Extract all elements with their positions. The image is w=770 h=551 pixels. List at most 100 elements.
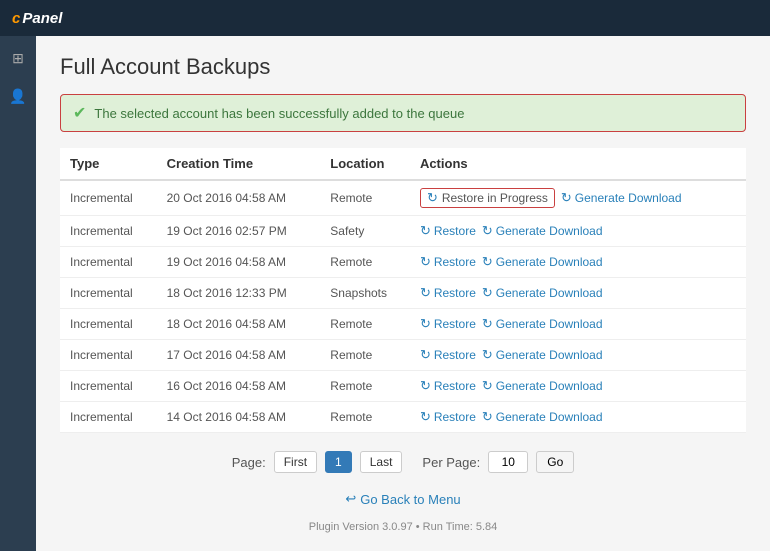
check-icon: ✔: [73, 103, 86, 123]
cell-creation-time: 19 Oct 2016 02:57 PM: [157, 216, 321, 247]
cell-actions: ↻ Restore in Progress ↻ Generate Download: [410, 180, 746, 216]
cell-creation-time: 17 Oct 2016 04:58 AM: [157, 340, 321, 371]
cell-location: Snapshots: [320, 278, 410, 309]
table-row: Incremental14 Oct 2016 04:58 AMRemote↻ R…: [60, 402, 746, 433]
cell-creation-time: 18 Oct 2016 12:33 PM: [157, 278, 321, 309]
download-icon: ↻: [482, 378, 493, 394]
download-icon: ↻: [482, 285, 493, 301]
cell-creation-time: 16 Oct 2016 04:58 AM: [157, 371, 321, 402]
footer-text: Plugin Version 3.0.97 • Run Time: 5.84: [309, 521, 498, 533]
col-type: Type: [60, 148, 157, 180]
cell-location: Remote: [320, 180, 410, 216]
restore-in-progress-label: Restore in Progress: [442, 191, 548, 205]
per-page-input[interactable]: [488, 451, 528, 473]
table-row: Incremental18 Oct 2016 04:58 AMRemote↻ R…: [60, 309, 746, 340]
col-location: Location: [320, 148, 410, 180]
col-creation-time: Creation Time: [157, 148, 321, 180]
download-icon: ↻: [561, 190, 572, 206]
cell-type: Incremental: [60, 216, 157, 247]
restore-icon: ↻: [420, 347, 431, 363]
generate-download-button[interactable]: ↻ Generate Download: [482, 316, 603, 332]
last-page-button[interactable]: Last: [360, 451, 403, 473]
cell-creation-time: 18 Oct 2016 04:58 AM: [157, 309, 321, 340]
cell-location: Remote: [320, 247, 410, 278]
backups-table: Type Creation Time Location Actions Incr…: [60, 148, 746, 433]
table-row: Incremental18 Oct 2016 12:33 PMSnapshots…: [60, 278, 746, 309]
restore-button[interactable]: ↻ Restore: [420, 254, 476, 270]
restore-icon: ↻: [420, 409, 431, 425]
logo-c: c: [12, 10, 20, 27]
spinner-icon: ↻: [427, 190, 438, 206]
per-page-label: Per Page:: [422, 455, 480, 470]
table-row: Incremental19 Oct 2016 02:57 PMSafety↻ R…: [60, 216, 746, 247]
cell-creation-time: 14 Oct 2016 04:58 AM: [157, 402, 321, 433]
restore-button[interactable]: ↻ Restore: [420, 316, 476, 332]
generate-download-button[interactable]: ↻ Generate Download: [482, 378, 603, 394]
cell-type: Incremental: [60, 340, 157, 371]
table-row: Incremental16 Oct 2016 04:58 AMRemote↻ R…: [60, 371, 746, 402]
first-page-button[interactable]: First: [274, 451, 317, 473]
alert-message: The selected account has been successful…: [94, 106, 464, 121]
cell-type: Incremental: [60, 278, 157, 309]
back-icon: ↩: [345, 491, 356, 507]
sidebar: ⊞ 👤: [0, 36, 36, 551]
table-row: Incremental20 Oct 2016 04:58 AMRemote ↻ Re…: [60, 180, 746, 216]
cell-actions: ↻ Restore ↻ Generate Download: [410, 278, 746, 309]
cell-type: Incremental: [60, 247, 157, 278]
restore-button[interactable]: ↻ Restore: [420, 285, 476, 301]
restore-button[interactable]: ↻ Restore: [420, 378, 476, 394]
generate-download-button[interactable]: ↻ Generate Download: [561, 190, 682, 206]
generate-download-button[interactable]: ↻ Generate Download: [482, 285, 603, 301]
back-menu-section: ↩ Go Back to Menu: [60, 491, 746, 507]
restore-button[interactable]: ↻ Restore: [420, 223, 476, 239]
cell-actions: ↻ Restore ↻ Generate Download: [410, 371, 746, 402]
current-page-button[interactable]: 1: [325, 451, 352, 473]
generate-download-button[interactable]: ↻ Generate Download: [482, 254, 603, 270]
back-menu-label: Go Back to Menu: [360, 492, 460, 507]
cell-location: Safety: [320, 216, 410, 247]
cpanel-logo: cPanel: [12, 10, 62, 27]
restore-icon: ↻: [420, 316, 431, 332]
page-label: Page:: [232, 455, 266, 470]
download-icon: ↻: [482, 409, 493, 425]
sidebar-grid-icon[interactable]: ⊞: [4, 44, 32, 72]
cell-type: Incremental: [60, 180, 157, 216]
restore-icon: ↻: [420, 223, 431, 239]
cell-type: Incremental: [60, 371, 157, 402]
cell-location: Remote: [320, 340, 410, 371]
cell-type: Incremental: [60, 402, 157, 433]
table-row: Incremental19 Oct 2016 04:58 AMRemote↻ R…: [60, 247, 746, 278]
restore-icon: ↻: [420, 378, 431, 394]
cell-type: Incremental: [60, 309, 157, 340]
cell-actions: ↻ Restore ↻ Generate Download: [410, 216, 746, 247]
page-title: Full Account Backups: [60, 54, 746, 80]
table-header-row: Type Creation Time Location Actions: [60, 148, 746, 180]
generate-download-button[interactable]: ↻ Generate Download: [482, 347, 603, 363]
restore-button[interactable]: ↻ Restore: [420, 347, 476, 363]
download-icon: ↻: [482, 223, 493, 239]
main-content: Full Account Backups ✔ The selected acco…: [36, 36, 770, 551]
cell-actions: ↻ Restore ↻ Generate Download: [410, 340, 746, 371]
go-button[interactable]: Go: [536, 451, 574, 473]
generate-download-button[interactable]: ↻ Generate Download: [482, 409, 603, 425]
top-bar: cPanel: [0, 0, 770, 36]
cell-location: Remote: [320, 309, 410, 340]
col-actions: Actions: [410, 148, 746, 180]
logo-panel: Panel: [22, 10, 62, 27]
restore-icon: ↻: [420, 254, 431, 270]
generate-download-button[interactable]: ↻ Generate Download: [482, 223, 603, 239]
sidebar-user-icon[interactable]: 👤: [4, 82, 32, 110]
cell-actions: ↻ Restore ↻ Generate Download: [410, 402, 746, 433]
restore-button[interactable]: ↻ Restore: [420, 409, 476, 425]
download-icon: ↻: [482, 254, 493, 270]
cell-location: Remote: [320, 371, 410, 402]
back-menu-link[interactable]: ↩ Go Back to Menu: [345, 491, 460, 507]
success-alert: ✔ The selected account has been successf…: [60, 94, 746, 132]
cell-creation-time: 19 Oct 2016 04:58 AM: [157, 247, 321, 278]
cell-actions: ↻ Restore ↻ Generate Download: [410, 309, 746, 340]
cell-creation-time: 20 Oct 2016 04:58 AM: [157, 180, 321, 216]
restore-icon: ↻: [420, 285, 431, 301]
download-icon: ↻: [482, 316, 493, 332]
cell-actions: ↻ Restore ↻ Generate Download: [410, 247, 746, 278]
footer: Plugin Version 3.0.97 • Run Time: 5.84: [60, 521, 746, 533]
